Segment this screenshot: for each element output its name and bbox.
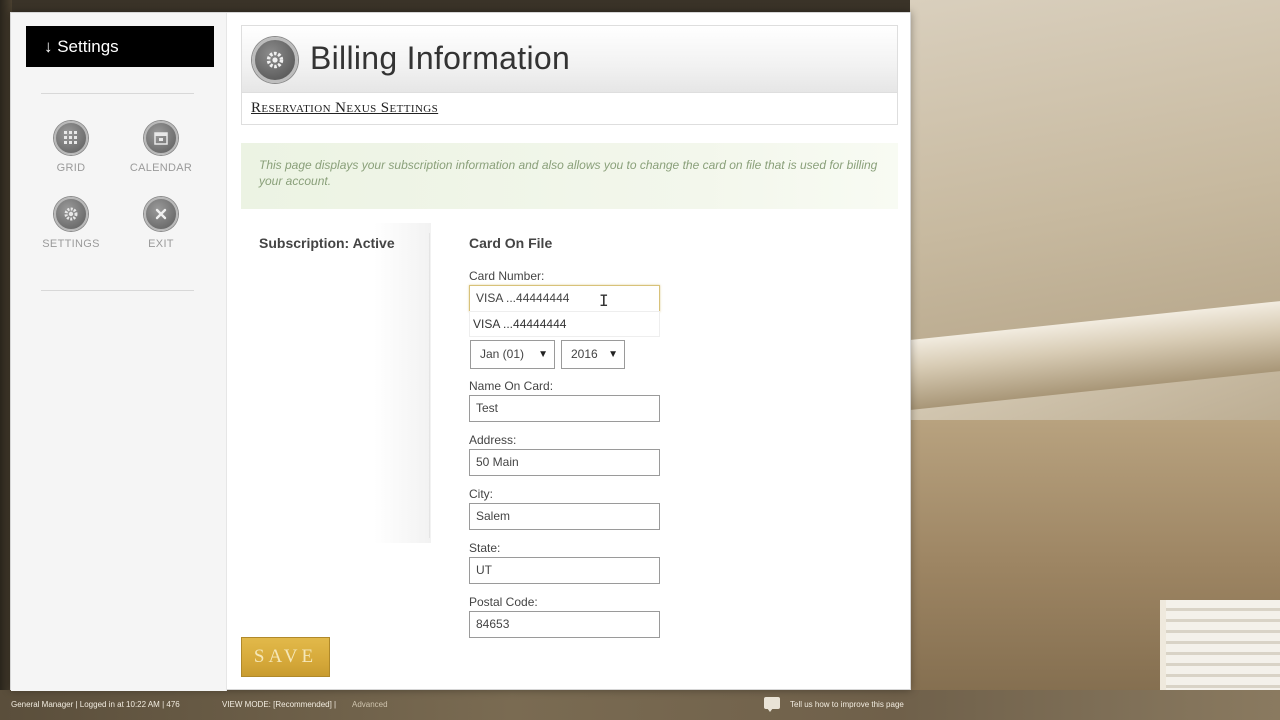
name-on-card-label: Name On Card: xyxy=(469,379,554,393)
grid-icon xyxy=(54,121,88,155)
save-button[interactable]: SAVE xyxy=(241,637,330,677)
info-message: This page displays your subscription inf… xyxy=(241,143,898,209)
card-number-input[interactable]: VISA ...44444444 xyxy=(469,285,660,312)
footer-user-info: General Manager | Logged in at 10:22 AM … xyxy=(11,700,180,709)
nav-calendar-label: CALENDAR xyxy=(129,162,193,174)
page-title: Billing Information xyxy=(310,40,571,76)
nav-settings-label: SETTINGS xyxy=(42,238,100,250)
calendar-icon xyxy=(144,121,178,155)
exit-icon xyxy=(144,197,178,231)
sidebar-header-settings[interactable]: ↓ Settings xyxy=(26,26,214,67)
postal-code-label: Postal Code: xyxy=(469,595,538,609)
dropdown-arrow-icon: ▼ xyxy=(608,349,618,360)
dropdown-arrow-icon: ▼ xyxy=(538,349,548,360)
status-footer: General Manager | Logged in at 10:22 AM … xyxy=(0,697,1280,713)
city-input[interactable]: Salem xyxy=(469,503,660,530)
nav-calendar[interactable]: CALENDAR xyxy=(126,121,196,183)
footer-feedback-link[interactable]: Tell us how to improve this page xyxy=(790,700,904,709)
exp-year-select[interactable]: 2016 ▼ xyxy=(561,340,625,369)
name-on-card-input[interactable]: Test xyxy=(469,395,660,422)
footer-view-mode: VIEW MODE: [Recommended] | xyxy=(222,700,337,709)
nav-grid[interactable]: GRID xyxy=(36,121,106,183)
postal-code-input[interactable]: 84653 xyxy=(469,611,660,638)
address-input[interactable]: 50 Main xyxy=(469,449,660,476)
breadcrumb-link-settings[interactable]: Reservation Nexus Settings xyxy=(251,100,438,117)
card-number-autocomplete[interactable]: VISA ...44444444 xyxy=(469,311,660,337)
footer-advanced-link[interactable]: Advanced xyxy=(352,700,388,709)
gear-icon xyxy=(54,197,88,231)
state-label: State: xyxy=(469,541,501,555)
nav-grid-label: GRID xyxy=(56,162,86,174)
exp-month-value: Jan (01) xyxy=(480,347,525,361)
chat-bubble-icon[interactable] xyxy=(764,697,780,712)
nav-settings[interactable]: SETTINGS xyxy=(36,197,106,259)
breadcrumb: Reservation Nexus Settings xyxy=(241,93,898,125)
title-bar: Billing Information xyxy=(241,25,898,93)
address-label: Address: xyxy=(469,433,517,447)
subscription-panel: Subscription: Active xyxy=(241,223,431,543)
exp-month-select[interactable]: Jan (01) ▼ xyxy=(470,340,555,369)
card-on-file-heading: Card On File xyxy=(469,235,553,251)
column-divider xyxy=(429,233,430,538)
text-cursor-icon: I xyxy=(599,291,609,310)
main-content: Billing Information Reservation Nexus Se… xyxy=(227,13,912,691)
nav-exit-label: EXIT xyxy=(148,238,174,250)
nav-exit[interactable]: EXIT xyxy=(126,197,196,259)
sidebar-divider xyxy=(41,290,194,291)
exp-year-value: 2016 xyxy=(571,347,598,361)
sidebar-divider xyxy=(41,93,194,94)
city-label: City: xyxy=(469,487,493,501)
card-number-label: Card Number: xyxy=(469,269,545,283)
subscription-status: Subscription: Active xyxy=(259,235,395,251)
app-window: ↓ Settings GRID CALENDAR SETTINGS EXIT B… xyxy=(10,12,912,691)
background-room-image xyxy=(910,0,1280,720)
info-message-text: This page displays your subscription inf… xyxy=(259,158,878,188)
gear-icon xyxy=(252,37,298,83)
sidebar: ↓ Settings GRID CALENDAR SETTINGS EXIT xyxy=(11,13,227,691)
state-input[interactable]: UT xyxy=(469,557,660,584)
